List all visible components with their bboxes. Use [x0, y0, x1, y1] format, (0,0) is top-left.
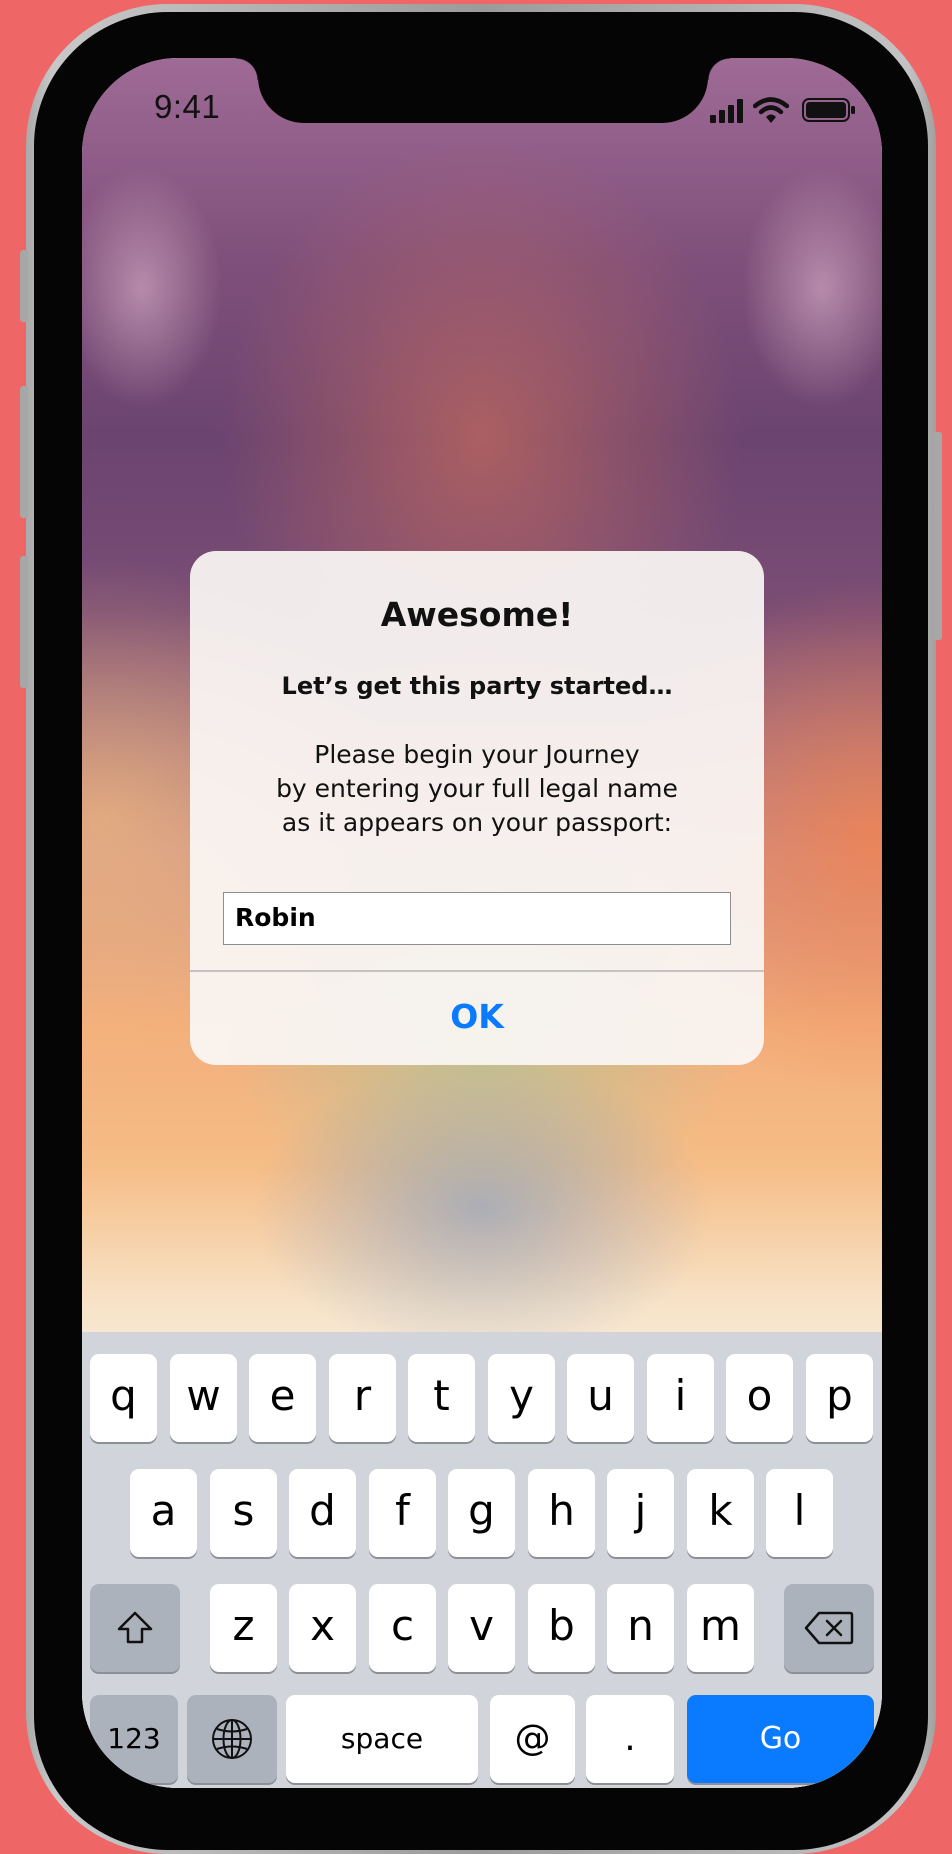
period-key[interactable]: .	[586, 1695, 674, 1783]
key-k[interactable]: k	[687, 1469, 754, 1557]
status-bar: 9:41	[82, 58, 882, 168]
alert-title: Awesome!	[380, 595, 574, 634]
key-d[interactable]: d	[289, 1469, 356, 1557]
key-h[interactable]: h	[528, 1469, 595, 1557]
power-button	[934, 432, 942, 640]
key-u[interactable]: u	[567, 1354, 634, 1442]
shift-icon	[117, 1611, 153, 1644]
wifi-icon	[753, 97, 789, 123]
ok-button[interactable]: OK	[190, 971, 764, 1065]
shift-key[interactable]	[90, 1584, 180, 1672]
phone-screen: 9:41 Awesome! Let’s get this party start…	[82, 58, 882, 1788]
key-w[interactable]: w	[170, 1354, 237, 1442]
key-a[interactable]: a	[130, 1469, 197, 1557]
alert-message-line: as it appears on your passport:	[281, 808, 673, 837]
key-n[interactable]: n	[607, 1584, 674, 1672]
numbers-key[interactable]: 123	[90, 1695, 178, 1783]
globe-icon	[212, 1719, 252, 1759]
mute-switch	[20, 250, 28, 322]
key-j[interactable]: j	[607, 1469, 674, 1557]
alert-subtitle: Let’s get this party started…	[281, 672, 673, 700]
battery-icon	[802, 98, 855, 122]
name-input[interactable]: Robin	[223, 892, 731, 945]
go-button[interactable]: Go	[687, 1695, 874, 1783]
key-y[interactable]: y	[488, 1354, 555, 1442]
key-i[interactable]: i	[647, 1354, 714, 1442]
at-key[interactable]: @	[490, 1695, 575, 1783]
alert-message-line: by entering your full legal name	[276, 774, 678, 803]
key-f[interactable]: f	[369, 1469, 436, 1557]
status-icons	[710, 96, 860, 126]
keyboard: q w e r t y u i o p a s d f g h j k l z …	[82, 1332, 882, 1788]
key-l[interactable]: l	[766, 1469, 833, 1557]
key-c[interactable]: c	[369, 1584, 436, 1672]
signal-icon	[710, 99, 743, 123]
key-x[interactable]: x	[289, 1584, 356, 1672]
key-g[interactable]: g	[448, 1469, 515, 1557]
status-time: 9:41	[154, 88, 221, 125]
notch	[236, 58, 730, 123]
delete-key[interactable]	[784, 1584, 874, 1672]
key-e[interactable]: e	[249, 1354, 316, 1442]
alert-dialog: Awesome! Let’s get this party started… P…	[190, 551, 764, 1065]
key-q[interactable]: q	[90, 1354, 157, 1442]
volume-up-button	[20, 386, 28, 518]
key-o[interactable]: o	[726, 1354, 793, 1442]
key-b[interactable]: b	[528, 1584, 595, 1672]
delete-icon	[804, 1611, 854, 1645]
space-key[interactable]: space	[286, 1695, 478, 1783]
alert-message-line: Please begin your Journey	[314, 740, 640, 769]
key-m[interactable]: m	[687, 1584, 754, 1672]
volume-down-button	[20, 556, 28, 688]
key-t[interactable]: t	[408, 1354, 475, 1442]
globe-key[interactable]	[187, 1695, 277, 1783]
key-z[interactable]: z	[210, 1584, 277, 1672]
key-s[interactable]: s	[210, 1469, 277, 1557]
key-v[interactable]: v	[448, 1584, 515, 1672]
key-p[interactable]: p	[806, 1354, 873, 1442]
key-r[interactable]: r	[329, 1354, 396, 1442]
